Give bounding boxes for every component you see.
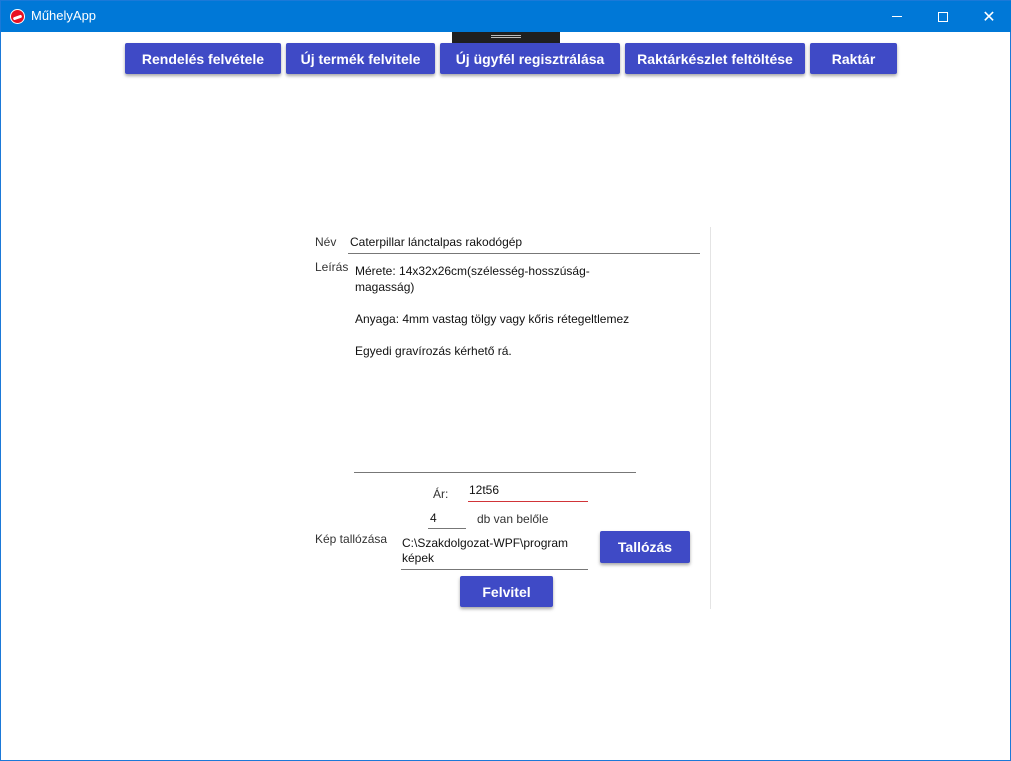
grip-icon <box>491 35 521 38</box>
minimize-icon <box>892 16 902 17</box>
title-bar[interactable]: MűhelyApp ✕ <box>1 1 1011 32</box>
close-icon: ✕ <box>982 6 996 26</box>
stock-upload-button[interactable]: Raktárkészlet feltöltése <box>625 43 805 74</box>
maximize-icon <box>938 11 948 22</box>
price-input[interactable]: 12t56 <box>468 482 588 502</box>
quantity-input[interactable]: 4 <box>428 510 466 529</box>
submit-button[interactable]: Felvitel <box>460 576 553 607</box>
new-customer-button[interactable]: Új ügyfél regisztrálása <box>440 43 620 74</box>
browse-button[interactable]: Tallózás <box>600 531 690 563</box>
new-product-button[interactable]: Új termék felvitele <box>286 43 435 74</box>
warehouse-button[interactable]: Raktár <box>810 43 897 74</box>
description-line: Mérete: 14x32x26cm(szélesség-hosszúság-m… <box>355 264 590 294</box>
description-line: Anyaga: 4mm vastag tölgy vagy kőris réte… <box>355 312 630 326</box>
description-label: Leírás <box>315 260 349 274</box>
divider <box>710 227 711 609</box>
quantity-suffix-label: db van belőle <box>477 512 549 526</box>
image-browse-label: Kép tallózása <box>315 532 388 546</box>
app-logo-icon <box>10 9 25 24</box>
maximize-button[interactable] <box>920 1 966 32</box>
app-window: MűhelyApp ✕ Rendelés felvétele Új termék… <box>0 0 1011 761</box>
window-title: MűhelyApp <box>31 8 97 23</box>
close-button[interactable]: ✕ <box>966 1 1011 32</box>
image-path-input[interactable]: C:\Szakdolgozat-WPF\program képek <box>401 536 588 570</box>
description-textarea[interactable]: Mérete: 14x32x26cm(szélesség-hosszúság-m… <box>354 263 636 473</box>
price-label: Ár: <box>433 487 449 501</box>
description-line: Egyedi gravírozás kérhető rá. <box>355 344 512 358</box>
name-input[interactable]: Caterpillar lánctalpas rakodógép <box>348 234 700 254</box>
name-label: Név <box>315 235 337 249</box>
order-entry-button[interactable]: Rendelés felvétele <box>125 43 281 74</box>
minimize-button[interactable] <box>874 1 920 32</box>
